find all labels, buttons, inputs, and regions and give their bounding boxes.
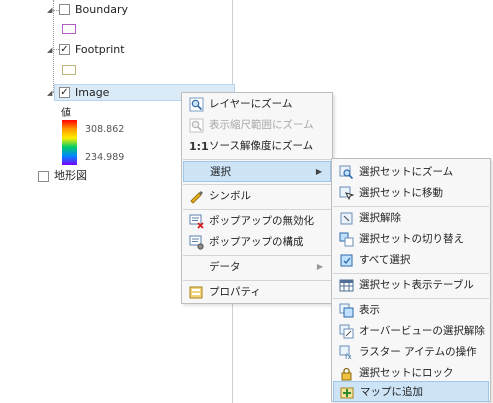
layer-visibility-checkbox[interactable]: ✓ bbox=[59, 87, 70, 98]
menu-item-label: 選択解除 bbox=[359, 212, 401, 224]
menu-item-label: ポップアップの無効化 bbox=[209, 215, 314, 227]
menu-item-label: オーバービューの選択解除 bbox=[359, 325, 485, 337]
menu-item-label: シンボル bbox=[209, 190, 251, 202]
menu-separator bbox=[183, 159, 331, 160]
menu-item-label: マップに追加 bbox=[360, 386, 423, 398]
submenu-item-add-to-map[interactable]: マップに追加 bbox=[333, 381, 489, 402]
collapse-arrow-icon[interactable]: ◢ bbox=[47, 88, 52, 98]
menu-item-zoom-visible-scale[interactable]: 表示縮尺範囲にズーム bbox=[183, 115, 331, 136]
menu-item-label: ラスター アイテムの操作 bbox=[359, 346, 477, 358]
submenu-item-raster-item[interactable]: fx ラスター アイテムの操作 bbox=[333, 342, 489, 363]
source-resolution-icon: 1:1 bbox=[189, 140, 209, 153]
menu-item-label: 選択セットにズーム bbox=[359, 166, 454, 178]
menu-item-label: 選択 bbox=[210, 166, 231, 178]
menu-item-label: 選択セット表示テーブル bbox=[359, 279, 474, 291]
legend-title: 値 bbox=[61, 108, 71, 119]
menu-item-label: 選択セットにロック bbox=[359, 367, 454, 379]
menu-item-label: レイヤーにズーム bbox=[209, 98, 293, 110]
menu-item-data[interactable]: データ ▶ bbox=[183, 257, 331, 278]
menu-item-label: 選択セットの切り替え bbox=[359, 233, 464, 245]
menu-item-symbology[interactable]: シンボル bbox=[183, 186, 331, 207]
menu-item-label: すべて選択 bbox=[359, 254, 411, 266]
menu-item-properties[interactable]: プロパティ bbox=[183, 282, 331, 303]
legend-max-value: 308.862 bbox=[85, 124, 125, 135]
configure-popups-icon bbox=[189, 235, 204, 250]
menu-separator bbox=[183, 209, 331, 210]
svg-text:fx: fx bbox=[345, 353, 352, 360]
menu-item-label: データ bbox=[209, 261, 241, 273]
submenu-item-show[interactable]: 表示 bbox=[333, 300, 489, 321]
layer-boundary: ◢ Boundary bbox=[0, 0, 230, 40]
overview-clear-icon bbox=[339, 324, 354, 339]
zoom-to-layer-icon bbox=[189, 97, 204, 112]
select-all-icon bbox=[340, 254, 353, 267]
symbol-swatch[interactable] bbox=[62, 24, 76, 34]
basemap-visibility-checkbox[interactable] bbox=[38, 171, 49, 182]
menu-item-selection[interactable]: 選択 ▶ bbox=[183, 161, 331, 182]
submenu-item-select-all[interactable]: すべて選択 bbox=[333, 250, 489, 271]
layer-label[interactable]: Boundary bbox=[75, 3, 128, 17]
menu-separator bbox=[333, 298, 489, 299]
switch-selection-icon bbox=[339, 232, 354, 247]
clear-selection-icon bbox=[340, 212, 353, 225]
menu-item-label: 表示 bbox=[359, 304, 380, 316]
menu-separator bbox=[183, 255, 331, 256]
menu-separator bbox=[183, 280, 331, 281]
basemap-label[interactable]: 地形図 bbox=[54, 169, 87, 183]
submenu-item-selection-table[interactable]: 選択セット表示テーブル bbox=[333, 275, 489, 296]
properties-icon bbox=[189, 286, 203, 299]
selection-submenu: 選択セットにズーム 選択セットに移動 選択解除 選択セットの切り替え すべて選択 bbox=[331, 158, 491, 402]
layer-visibility-checkbox[interactable] bbox=[59, 4, 70, 15]
menu-item-label: ソース解像度にズーム bbox=[209, 140, 314, 152]
layer-footprint: ◢ ✓ Footprint bbox=[0, 40, 230, 82]
pan-to-selection-icon bbox=[339, 186, 354, 201]
symbol-swatch[interactable] bbox=[62, 65, 76, 75]
menu-separator bbox=[183, 184, 331, 185]
menu-item-label: プロパティ bbox=[209, 286, 261, 298]
submenu-arrow-icon: ▶ bbox=[315, 167, 322, 176]
menu-item-disable-popups[interactable]: ポップアップの無効化 bbox=[183, 211, 331, 232]
menu-item-label: ポップアップの構成 bbox=[209, 236, 304, 248]
menu-item-label: 選択セットに移動 bbox=[359, 187, 443, 199]
raster-item-icon: fx bbox=[339, 345, 352, 360]
zoom-visible-scale-icon bbox=[189, 118, 204, 133]
menu-item-zoom-source-resolution[interactable]: 1:1 ソース解像度にズーム bbox=[183, 136, 331, 157]
selection-table-icon bbox=[339, 279, 354, 292]
disable-popups-icon bbox=[189, 214, 204, 229]
layer-visibility-checkbox[interactable]: ✓ bbox=[59, 44, 70, 55]
legend-min-value: 234.989 bbox=[85, 152, 125, 163]
submenu-item-switch-selection[interactable]: 選択セットの切り替え bbox=[333, 229, 489, 250]
zoom-to-selection-icon bbox=[339, 165, 354, 180]
menu-item-label: 表示縮尺範囲にズーム bbox=[209, 119, 314, 131]
layer-label[interactable]: Image bbox=[75, 86, 109, 100]
symbology-icon bbox=[190, 191, 203, 204]
collapse-arrow-icon[interactable]: ◢ bbox=[47, 45, 52, 55]
show-icon bbox=[339, 303, 354, 318]
collapse-arrow-icon[interactable]: ◢ bbox=[47, 5, 52, 15]
menu-separator bbox=[333, 206, 489, 207]
context-menu: レイヤーにズーム 表示縮尺範囲にズーム 1:1 ソース解像度にズーム 選択 ▶ … bbox=[181, 92, 333, 304]
layer-label[interactable]: Footprint bbox=[75, 43, 125, 57]
lock-selection-icon bbox=[341, 367, 352, 381]
submenu-arrow-icon: ▶ bbox=[316, 262, 323, 271]
add-to-map-icon bbox=[340, 387, 354, 399]
submenu-item-clear-selection[interactable]: 選択解除 bbox=[333, 208, 489, 229]
submenu-item-pan-to-selection[interactable]: 選択セットに移動 bbox=[333, 183, 489, 204]
menu-item-configure-popups[interactable]: ポップアップの構成 bbox=[183, 232, 331, 253]
submenu-item-overview-clear[interactable]: オーバービューの選択解除 bbox=[333, 321, 489, 342]
menu-separator bbox=[333, 273, 489, 274]
menu-item-zoom-to-layer[interactable]: レイヤーにズーム bbox=[183, 94, 331, 115]
submenu-item-zoom-to-selection[interactable]: 選択セットにズーム bbox=[333, 162, 489, 183]
color-ramp bbox=[62, 120, 77, 165]
